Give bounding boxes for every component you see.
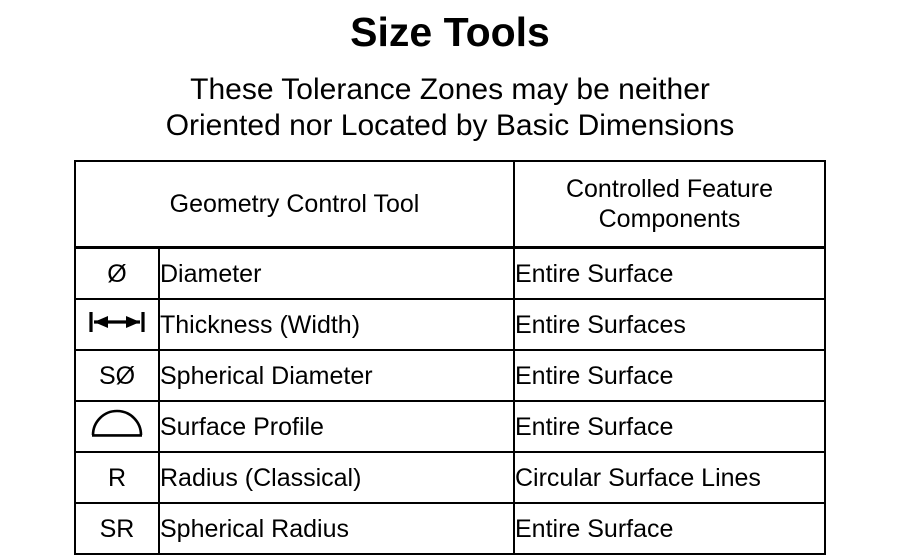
- controlled-feature-cell: Entire Surface: [513, 400, 826, 453]
- table-row: Surface Profile Entire Surface: [74, 400, 826, 453]
- tool-name-cell: Thickness (Width): [158, 298, 515, 351]
- tool-name-cell: Radius (Classical): [158, 451, 515, 504]
- surface-profile-symbol: [89, 409, 145, 445]
- controlled-feature-cell: Circular Surface Lines: [513, 451, 826, 504]
- symbol-cell: [74, 400, 160, 453]
- spherical-diameter-symbol: SØ: [98, 361, 136, 390]
- size-tools-table: Geometry Control Tool Controlled Feature…: [74, 160, 826, 555]
- controlled-feature-cell: Entire Surface: [513, 246, 826, 300]
- table-row: Ø Diameter Entire Surface: [74, 246, 826, 300]
- symbol-cell: SR: [74, 502, 160, 555]
- page-title: Size Tools: [350, 9, 550, 55]
- tool-name-cell: Surface Profile: [158, 400, 515, 453]
- tool-name-cell: Spherical Radius: [158, 502, 515, 555]
- size-tools-table-wrapper: Geometry Control Tool Controlled Feature…: [74, 160, 826, 555]
- column-header-controlled-feature-components: Controlled Feature Components: [513, 160, 826, 249]
- controlled-feature-cell: Entire Surfaces: [513, 298, 826, 351]
- table-row: SR Spherical Radius Entire Surface: [74, 502, 826, 555]
- spherical-radius-symbol: SR: [99, 514, 135, 543]
- controlled-feature-cell: Entire Surface: [513, 502, 826, 555]
- tool-name-cell: Spherical Diameter: [158, 349, 515, 402]
- subtitle-line-2: Oriented nor Located by Basic Dimensions: [165, 109, 735, 142]
- tool-name-cell: Diameter: [158, 246, 515, 300]
- subtitle-line-1: These Tolerance Zones may be neither: [190, 73, 710, 106]
- symbol-cell: [74, 298, 160, 351]
- radius-symbol: R: [107, 463, 127, 492]
- table-row: Thickness (Width) Entire Surfaces: [74, 298, 826, 351]
- table-row: SØ Spherical Diameter Entire Surface: [74, 349, 826, 402]
- thickness-width-symbol: [88, 309, 146, 341]
- symbol-cell: Ø: [74, 246, 160, 300]
- column-header-line-2: Components: [598, 205, 741, 233]
- column-header-line-1: Controlled Feature: [565, 175, 774, 203]
- symbol-cell: SØ: [74, 349, 160, 402]
- page-subtitle: These Tolerance Zones may be neither Ori…: [0, 72, 900, 144]
- table-row: R Radius (Classical) Circular Surface Li…: [74, 451, 826, 504]
- diameter-symbol: Ø: [107, 259, 127, 288]
- size-tools-page: Size Tools These Tolerance Zones may be …: [0, 0, 900, 555]
- table-header-row: Geometry Control Tool Controlled Feature…: [74, 160, 826, 249]
- column-header-geometry-control-tool: Geometry Control Tool: [74, 160, 515, 249]
- controlled-feature-cell: Entire Surface: [513, 349, 826, 402]
- symbol-cell: R: [74, 451, 160, 504]
